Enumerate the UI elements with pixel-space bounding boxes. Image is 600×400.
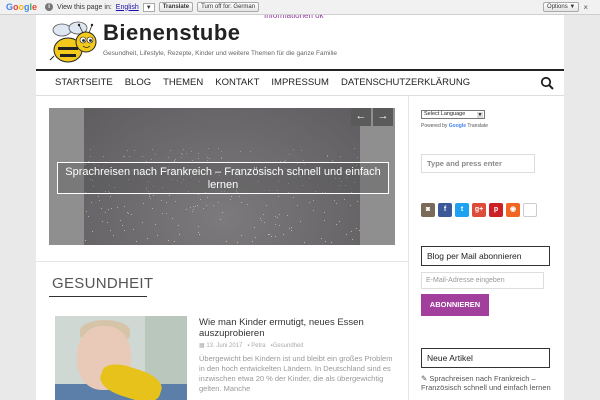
nav-item-blog[interactable]: BLOG [125,77,151,88]
translate-button[interactable]: Translate [158,2,194,12]
top-nav-partial[interactable]: Informationen ok [264,15,324,21]
post-author[interactable]: Petra [251,343,265,349]
nav-item-datenschutz[interactable]: DATENSCHUTZERKLÄRUNG [341,77,470,88]
new-articles-title: Neue Artikel [421,348,550,368]
social-icons: ◙ f t g+ p ◉ [421,203,537,217]
options-button[interactable]: Options ▼ [543,2,580,12]
language-select-value: Select Language [424,111,466,117]
info-icon[interactable]: i [45,3,54,11]
powered-by-text: Powered by [421,123,448,129]
bee-logo-icon[interactable] [48,20,98,66]
divider [36,261,408,262]
site-tagline: Gesundheit, Lifestyle, Rezepte, Kinder u… [103,50,338,57]
language-link[interactable]: English [116,4,139,11]
email-icon[interactable] [523,203,537,217]
new-article-title[interactable]: Sprachreisen nach Frankreich – Französis… [421,374,551,392]
heading-underline [49,296,147,297]
close-icon[interactable]: × [583,3,588,12]
powered-google: Google [448,123,467,129]
post-thumbnail[interactable] [55,316,187,400]
post-category[interactable]: Gesundheit [273,343,304,349]
google-logo: Google [6,2,38,12]
slider-prev-button[interactable]: ← [351,108,371,126]
language-select[interactable]: Select Language ▼ [421,110,485,119]
mail-widget-title: Blog per Mail abonnieren [421,246,550,266]
view-page-text: View this page in: [57,3,112,11]
nav-item-themen[interactable]: THEMEN [163,77,203,88]
turn-off-button[interactable]: Turn off for: German [197,2,260,12]
pinterest-icon[interactable]: p [489,203,503,217]
slider-next-button[interactable]: → [373,108,393,126]
subscribe-button[interactable]: ABONNIEREN [421,294,489,316]
powered-by-google: Powered by Google Translate [421,123,488,129]
nav-item-impressum[interactable]: IMPRESSUM [271,77,329,88]
sidebar-divider [408,96,409,400]
chevron-down-icon: ▼ [477,112,483,118]
sidebar-search-input[interactable]: Type and press enter [421,154,535,173]
nav-item-kontakt[interactable]: KONTAKT [215,77,259,88]
slider-caption[interactable]: Sprachreisen nach Frankreich – Französis… [57,162,389,194]
search-icon[interactable] [540,76,554,90]
post-meta: ▦ 13. Juni 2017 ▪ Petra ▪Gesundheit [199,342,303,349]
post-excerpt: Übergewicht bei Kindern ist und bleibt e… [199,354,393,393]
nav-item-startseite[interactable]: STARTSEITE [55,77,113,88]
category-heading: GESUNDHEIT [52,275,154,292]
new-article-link[interactable]: ✎ Sprachreisen nach Frankreich – Französ… [421,374,551,392]
google-translate-bar: Google i View this page in: English ▼ Tr… [0,0,600,15]
main-navigation: STARTSEITE BLOG THEMEN KONTAKT IMPRESSUM… [36,69,564,96]
google-plus-icon[interactable]: g+ [472,203,486,217]
language-dropdown[interactable]: ▼ [142,2,155,12]
post-title[interactable]: Wie man Kinder ermutigt, neues Essen aus… [199,317,399,339]
twitter-icon[interactable]: t [455,203,469,217]
email-field[interactable]: E-Mail-Adresse eingeben [421,272,544,289]
facebook-icon[interactable]: f [438,203,452,217]
post-date: 13. Juni 2017 [206,343,243,349]
instagram-icon[interactable]: ◙ [421,203,435,217]
site-title[interactable]: Bienenstube [103,20,241,46]
rss-icon[interactable]: ◉ [506,203,520,217]
powered-translate[interactable]: Translate [467,123,488,129]
